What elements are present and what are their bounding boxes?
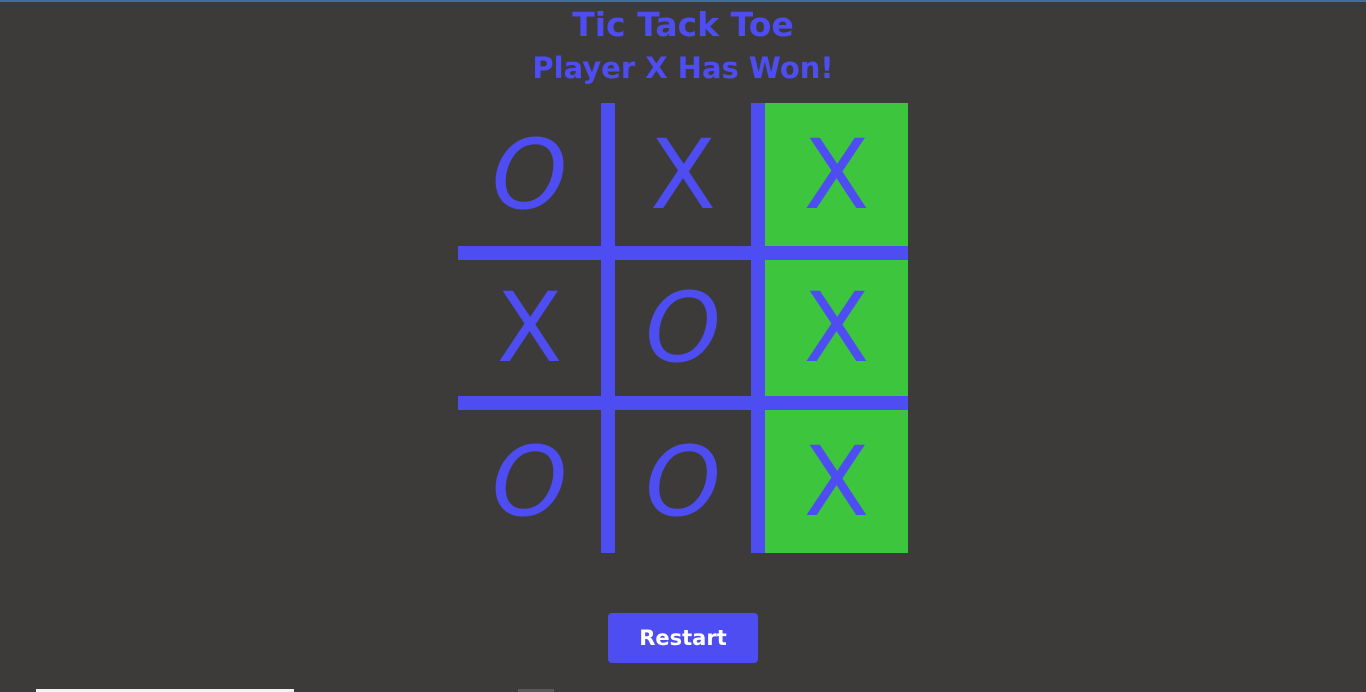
board-cell-3-2[interactable]: O xyxy=(615,410,751,553)
game-title: Tic Tack Toe xyxy=(572,5,794,44)
restart-button[interactable]: Restart xyxy=(608,613,758,663)
grid-line-vertical-1 xyxy=(601,103,615,553)
cell-mark: O xyxy=(491,118,568,231)
cell-mark: X xyxy=(803,272,870,384)
board-cell-3-1[interactable]: O xyxy=(458,410,601,553)
window-top-border xyxy=(0,0,1366,2)
grid-line-vertical-2 xyxy=(751,103,765,553)
cell-mark: O xyxy=(645,425,721,538)
board-cell-1-1[interactable]: O xyxy=(458,103,601,246)
cell-mark: X xyxy=(803,425,870,538)
board-cell-2-2[interactable]: O xyxy=(615,260,751,396)
grid-line-horizontal-1 xyxy=(458,246,908,260)
board-cell-2-1[interactable]: X xyxy=(458,260,601,396)
board-cell-3-3[interactable]: X xyxy=(765,410,908,553)
game-status: Player X Has Won! xyxy=(532,51,834,85)
cell-mark: O xyxy=(491,425,568,538)
board-cell-1-3[interactable]: X xyxy=(765,103,908,246)
cell-mark: X xyxy=(650,118,716,231)
board-cell-2-3[interactable]: X xyxy=(765,260,908,396)
cell-mark: X xyxy=(803,118,870,231)
game-board: O X X X O X O O X xyxy=(458,103,908,553)
grid-line-horizontal-2 xyxy=(458,396,908,410)
board-cell-1-2[interactable]: X xyxy=(615,103,751,246)
cell-mark: O xyxy=(645,272,721,384)
cell-mark: X xyxy=(496,272,563,384)
